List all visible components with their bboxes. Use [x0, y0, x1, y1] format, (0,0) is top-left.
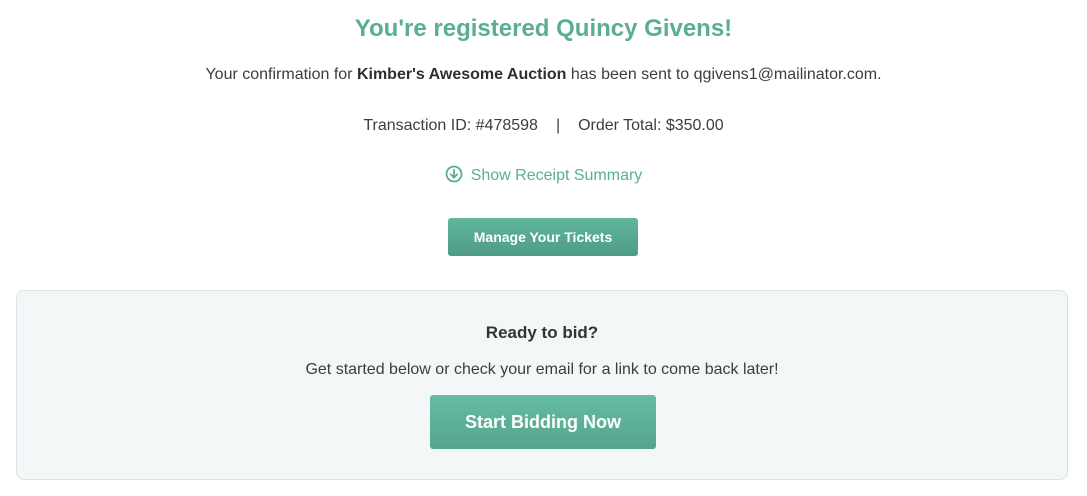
- confirmation-middle: has been sent to: [566, 66, 694, 83]
- ready-to-bid-title: Ready to bid?: [485, 323, 599, 342]
- confirmation-prefix: Your confirmation for: [205, 66, 357, 83]
- circle-arrow-down-icon: [445, 165, 463, 183]
- transaction-separator: |: [555, 117, 561, 134]
- manage-your-tickets-button[interactable]: Manage Your Tickets: [448, 218, 638, 256]
- transaction-summary: Transaction ID: #478598 | Order Total: $35…: [0, 116, 1087, 136]
- order-total: Order Total: $350.00: [578, 117, 724, 134]
- start-bidding-now-button[interactable]: Start Bidding Now: [430, 395, 656, 449]
- confirmation-email: qgivens1@mailinator.com: [693, 66, 878, 83]
- registration-confirmation-page: You're registered Quincy Givens! Your co…: [0, 0, 1087, 496]
- transaction-id: Transaction ID: #478598: [363, 117, 538, 134]
- confirmation-suffix: .: [877, 66, 882, 83]
- show-receipt-summary-toggle[interactable]: Show Receipt Summary: [0, 165, 1087, 187]
- show-receipt-summary-label: Show Receipt Summary: [470, 167, 643, 184]
- ready-to-bid-text: Get started below or check your email fo…: [305, 361, 779, 378]
- confirmation-message: Your confirmation for Kimber's Awesome A…: [0, 65, 1087, 85]
- event-name: Kimber's Awesome Auction: [356, 66, 567, 83]
- ready-to-bid-card: Ready to bid? Get started below or check…: [16, 290, 1068, 480]
- page-title: You're registered Quincy Givens!: [354, 15, 733, 42]
